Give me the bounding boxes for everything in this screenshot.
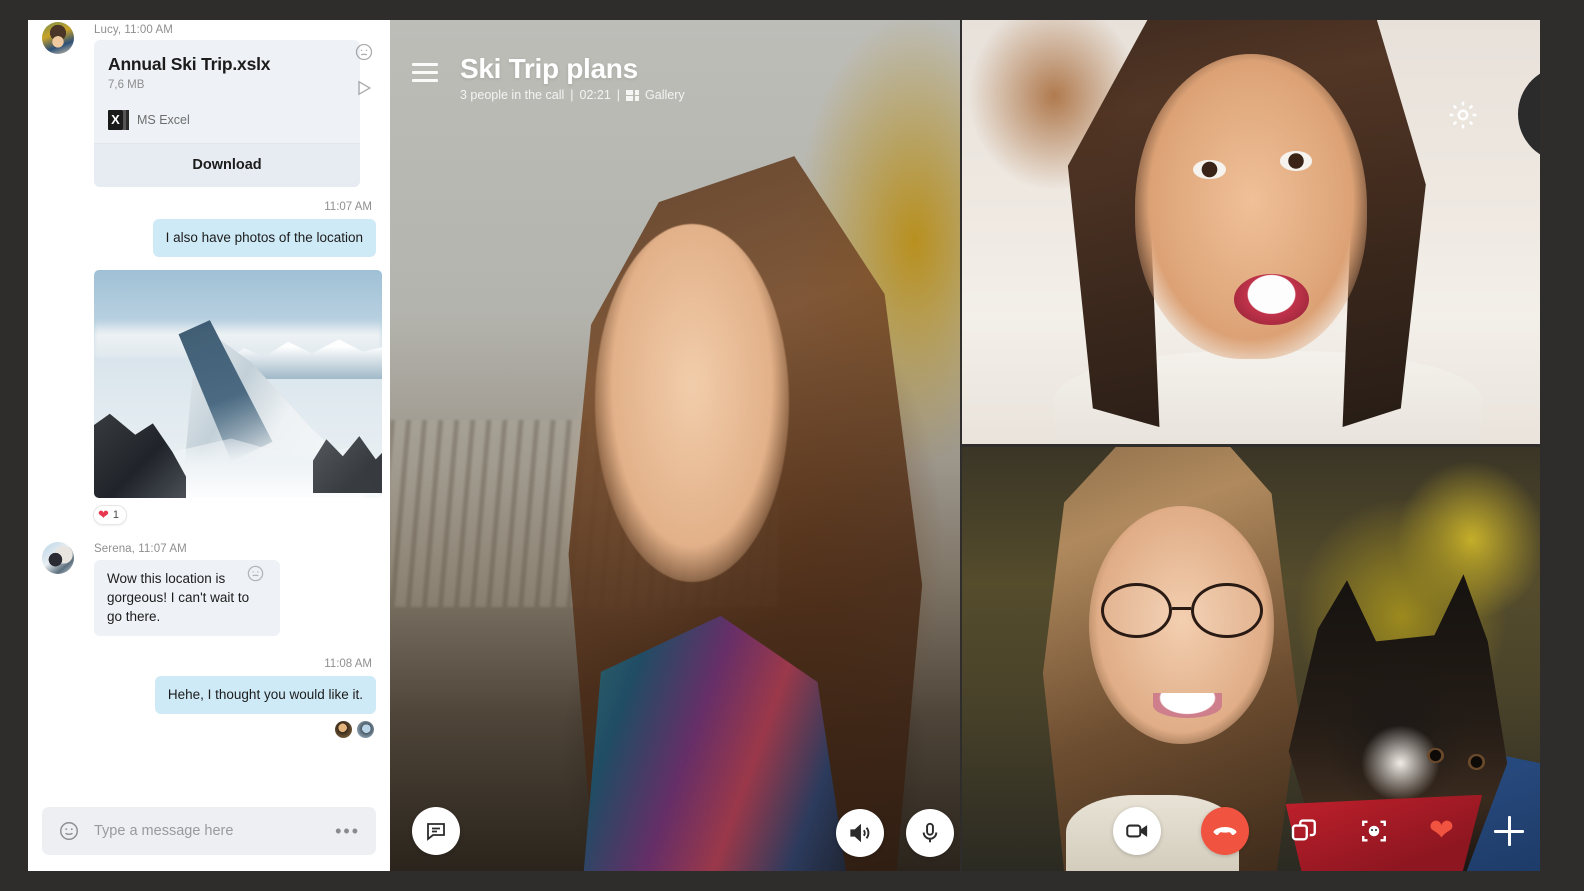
avatar: [335, 721, 352, 738]
reaction-row: ❤ 1: [42, 498, 376, 524]
message-sender-line: Serena, 11:07 AM: [94, 543, 187, 555]
call-header: Ski Trip plans 3 people in the call | 02…: [390, 20, 960, 102]
avatar: [42, 542, 74, 574]
smiley-icon[interactable]: [58, 820, 80, 842]
separator: |: [570, 88, 574, 102]
excel-icon: [108, 109, 130, 131]
message-timestamp: 11:08 AM: [324, 658, 372, 670]
message-list[interactable]: Lucy, 11:00 AM Annual Ski Trip.xslx 7,6 …: [28, 20, 390, 797]
call-header-text: Ski Trip plans 3 people in the call | 02…: [460, 53, 685, 103]
forward-icon[interactable]: [354, 78, 374, 98]
heart-icon: ❤: [98, 507, 109, 522]
chat-toggle-button-wrap: [412, 807, 460, 855]
participant-video-feed: [962, 20, 1540, 444]
message-timestamp: 11:07 AM: [324, 201, 372, 213]
participant-video-tile[interactable]: [962, 20, 1540, 447]
gear-icon: [1449, 101, 1477, 129]
photo-attachment[interactable]: [94, 270, 382, 498]
reaction-badge[interactable]: ❤ 1: [94, 506, 127, 524]
avatar: [42, 22, 74, 54]
camera-button[interactable]: [1112, 807, 1161, 855]
message-group-incoming: Serena, 11:07 AM Wow this location is go…: [42, 530, 376, 636]
main-video-feed: [390, 20, 960, 871]
message-sender-line: Lucy, 11:00 AM: [94, 24, 173, 36]
gallery-layout-icon[interactable]: [626, 89, 640, 101]
chat-bubble-icon: [427, 823, 445, 841]
file-name: Annual Ski Trip.xslx: [108, 54, 271, 74]
settings-button[interactable]: [1446, 98, 1480, 132]
avatar: [357, 721, 374, 738]
hamburger-menu-icon[interactable]: [412, 63, 438, 83]
message-composer[interactable]: Type a message here •••: [42, 807, 376, 855]
video-call-area: Ski Trip plans 3 people in the call | 02…: [390, 20, 1540, 871]
message-row-outgoing: I also have photos of the location: [42, 219, 376, 257]
message-input[interactable]: Type a message here: [94, 823, 321, 839]
emoji-react-icon[interactable]: [354, 42, 374, 62]
download-button[interactable]: Download: [94, 143, 360, 187]
mountain-photo: [94, 270, 382, 498]
emoji-react-icon[interactable]: [246, 564, 265, 583]
file-type-row: MS Excel: [108, 109, 346, 131]
chat-panel: Lucy, 11:00 AM Annual Ski Trip.xslx 7,6 …: [28, 20, 390, 871]
avatar-image: [42, 22, 74, 54]
message-bubble[interactable]: I also have photos of the location: [152, 219, 376, 257]
call-subtitle: 3 people in the call | 02:21 | Gallery: [460, 88, 685, 102]
file-attachment-card[interactable]: Annual Ski Trip.xslx 7,6 MB MS Excel Dow…: [94, 40, 360, 187]
chat-toggle-button[interactable]: [412, 807, 460, 855]
file-type-label: MS Excel: [137, 113, 190, 127]
main-video-tile[interactable]: Ski Trip plans 3 people in the call | 02…: [390, 20, 960, 871]
file-card-body: Annual Ski Trip.xslx 7,6 MB MS Excel: [94, 40, 360, 143]
skype-call-window: Lucy, 11:00 AM Annual Ski Trip.xslx 7,6 …: [28, 20, 1540, 871]
media-controls: [836, 809, 954, 857]
end-call-button[interactable]: [1200, 807, 1249, 855]
read-receipt-avatars: [42, 721, 376, 738]
heart-icon[interactable]: ❤: [1429, 816, 1454, 846]
call-title: Ski Trip plans: [460, 53, 638, 84]
call-duration: 02:21: [579, 88, 611, 102]
layout-mode-label[interactable]: Gallery: [645, 88, 685, 102]
message-row-incoming: Wow this location is gorgeous! I can't w…: [94, 560, 376, 636]
plus-icon[interactable]: [1494, 816, 1524, 846]
share-screen-icon[interactable]: [1289, 816, 1319, 846]
end-call-icon: [1213, 827, 1237, 836]
microphone-button[interactable]: [906, 809, 954, 857]
message-bubble[interactable]: Hehe, I thought you would like it.: [154, 676, 376, 714]
speaker-button[interactable]: [836, 809, 884, 857]
message-hover-actions: [354, 42, 374, 98]
reaction-snapshot-icon[interactable]: [1359, 816, 1389, 846]
ellipsis-icon[interactable]: •••: [335, 822, 360, 840]
composer-area: Type a message here •••: [28, 797, 390, 871]
call-action-controls: ❤: [1112, 807, 1524, 855]
message-group-file: Lucy, 11:00 AM Annual Ski Trip.xslx 7,6 …: [42, 20, 376, 187]
message-row-outgoing: Hehe, I thought you would like it.: [42, 676, 376, 714]
speaker-icon: [850, 823, 870, 843]
avatar-image: [42, 542, 74, 574]
microphone-icon: [922, 822, 938, 843]
reaction-count: 1: [112, 509, 120, 521]
participant-tile-column: [960, 20, 1540, 871]
video-camera-icon: [1126, 824, 1147, 838]
separator: |: [616, 88, 621, 102]
file-size: 7,6 MB: [108, 79, 145, 91]
call-people-count: 3 people in the call: [460, 88, 565, 102]
